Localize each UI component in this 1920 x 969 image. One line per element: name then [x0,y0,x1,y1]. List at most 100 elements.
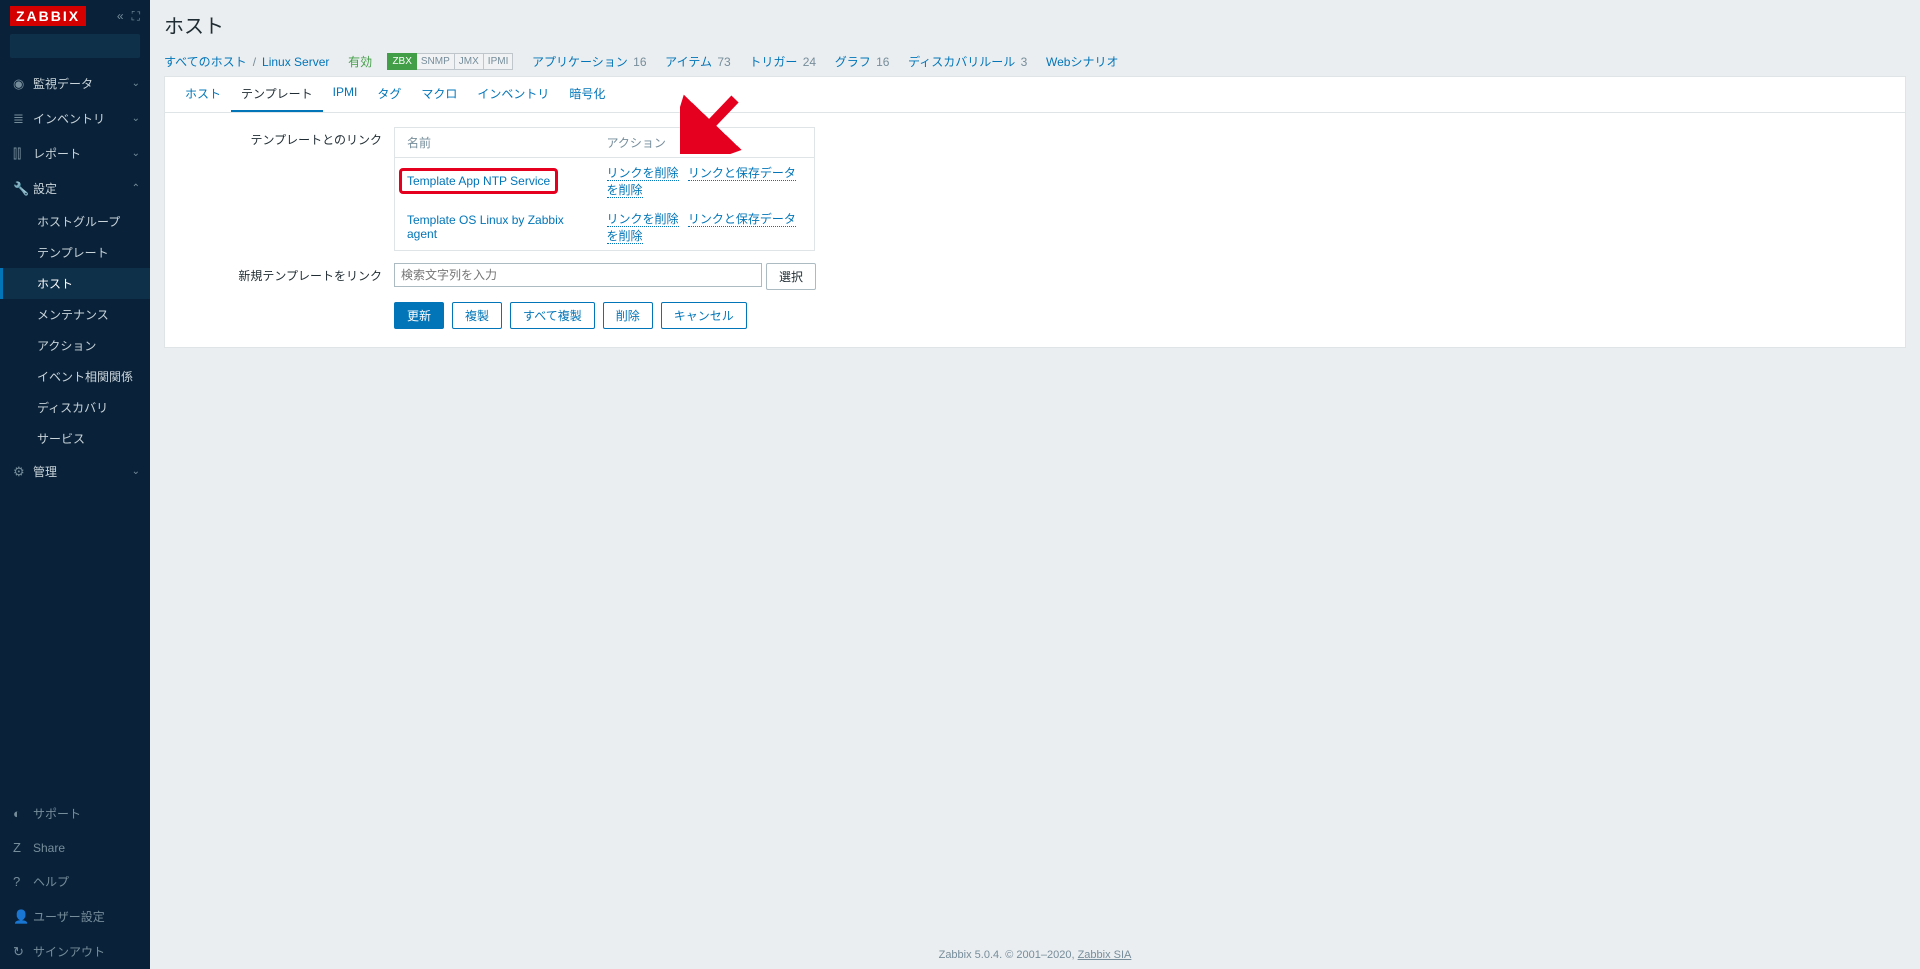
template-link-linux[interactable]: Template OS Linux by Zabbix agent [407,213,564,241]
chevron-down-icon: ⌄ [132,466,140,477]
clone-button[interactable]: 複製 [452,302,502,329]
chevron-down-icon: ⌄ [132,78,140,89]
nav-sub-discovery[interactable]: ディスカバリ [0,392,150,423]
nav-sub-correlation[interactable]: イベント相関関係 [0,361,150,392]
nav-administration[interactable]: ⚙管理⌄ [0,454,150,489]
availability-badges: ZBX SNMP JMX IPMI [387,53,513,70]
delete-button[interactable]: 削除 [603,302,653,329]
link-items[interactable]: アイテム [665,55,712,69]
status-enabled: 有効 [348,53,372,70]
table-row: Template App NTP Service リンクを削除 リンクと保存デー… [395,158,815,205]
tab-ipmi[interactable]: IPMI [323,77,368,112]
unlink-link[interactable]: リンクを削除 [607,212,679,227]
nav-label: Share [33,841,65,855]
unlink-link[interactable]: リンクを削除 [607,166,679,181]
link-triggers[interactable]: トリガー [749,55,797,69]
breadcrumb: すべてのホスト / Linux Server 有効 ZBX SNMP JMX I… [150,47,1920,76]
footer-text: Zabbix 5.0.4. © 2001–2020, [939,949,1078,961]
full-clone-button[interactable]: すべて複製 [510,302,595,329]
nav-sub-maintenance[interactable]: メンテナンス [0,299,150,330]
help-icon: ? [13,874,33,889]
search-input[interactable] [16,39,171,53]
footer: Zabbix 5.0.4. © 2001–2020, Zabbix SIA [150,941,1920,969]
chevron-up-icon: ⌃ [132,183,140,194]
tabs: ホスト テンプレート IPMI タグ マクロ インベントリ 暗号化 [165,77,1905,113]
search-box[interactable]: 🔍 [10,34,140,58]
breadcrumb-host[interactable]: Linux Server [262,55,329,69]
nav-support[interactable]: ◐サポート [0,796,150,831]
badge-zbx: ZBX [387,53,416,70]
nav-main: ◉監視データ ⌄ ≣インベントリ ⌄ ⫿⫿レポート ⌄ 🔧設定 ⌃ ホストグループ テン… [0,66,150,489]
nav-label: ユーザー設定 [33,908,105,925]
nav-share[interactable]: ZShare [0,831,150,864]
nav-help[interactable]: ?ヘルプ [0,864,150,899]
nav-configuration[interactable]: 🔧設定 ⌃ [0,171,150,206]
cancel-button[interactable]: キャンセル [661,302,747,329]
user-icon: 👤 [13,909,33,925]
content-panel: ホスト テンプレート IPMI タグ マクロ インベントリ 暗号化 テンプレート… [164,76,1906,348]
nav-label: 監視データ [33,75,93,92]
table-row: Template OS Linux by Zabbix agent リンクを削除… [395,204,815,251]
wrench-icon: 🔧 [13,181,33,197]
nav-signout[interactable]: ↻サインアウト [0,934,150,969]
nav-sub-services[interactable]: サービス [0,423,150,454]
breadcrumb-sep: / [253,55,256,69]
chevron-down-icon: ⌄ [132,148,140,159]
chevron-down-icon: ⌄ [132,113,140,124]
nav-sub-templates[interactable]: テンプレート [0,237,150,268]
nav-inventory[interactable]: ≣インベントリ ⌄ [0,101,150,136]
logo[interactable]: ZABBIX [10,6,86,26]
select-button[interactable]: 選択 [766,263,816,290]
eye-icon: ◉ [13,76,33,92]
nav-label: レポート [33,145,81,162]
update-button[interactable]: 更新 [394,302,444,329]
col-name: 名前 [395,128,595,158]
nav-usersettings[interactable]: 👤ユーザー設定 [0,899,150,934]
link-graphs[interactable]: グラフ [835,55,871,69]
nav-sub-actions[interactable]: アクション [0,330,150,361]
tab-encryption[interactable]: 暗号化 [559,77,615,112]
label-linked-templates: テンプレートとのリンク [179,127,394,148]
nav-label: サインアウト [33,943,105,960]
link-webscenario[interactable]: Webシナリオ [1046,55,1118,69]
template-link-ntp[interactable]: Template App NTP Service [407,174,550,188]
sidebar: ZABBIX « ⛶ 🔍 ◉監視データ ⌄ ≣インベントリ ⌄ ⫿⫿レポート ⌄ 🔧設… [0,0,150,969]
col-action: アクション [595,128,815,158]
collapse-icon[interactable]: « [117,9,124,24]
support-icon: ◐ [13,806,33,821]
chart-icon: ⫿⫿ [13,146,33,162]
nav-configuration-sub: ホストグループ テンプレート ホスト メンテナンス アクション イベント相関関係… [0,206,150,454]
fullscreen-icon[interactable]: ⛶ [132,9,140,24]
link-applications[interactable]: アプリケーション [532,55,628,69]
count-triggers: 24 [803,55,816,69]
form-area: テンプレートとのリンク 名前 アクション [165,113,1905,347]
count-discovery: 3 [1021,55,1028,69]
tab-macros[interactable]: マクロ [411,77,467,112]
nav-label: インベントリ [33,110,105,127]
tab-host[interactable]: ホスト [175,77,231,112]
new-template-input[interactable] [394,263,762,287]
list-icon: ≣ [13,111,33,127]
link-discovery[interactable]: ディスカバリルール [908,55,1015,69]
nav-monitoring[interactable]: ◉監視データ ⌄ [0,66,150,101]
page-title: ホスト [150,0,1920,47]
footer-link[interactable]: Zabbix SIA [1078,949,1132,961]
tab-tags[interactable]: タグ [367,77,411,112]
breadcrumb-all-hosts[interactable]: すべてのホスト [164,53,247,70]
linked-templates-table: 名前 アクション Template App NTP Service [394,127,815,251]
nav-label: 設定 [33,180,57,197]
nav-sub-hosts[interactable]: ホスト [0,268,150,299]
sidebar-bottom: ◐サポート ZShare ?ヘルプ 👤ユーザー設定 ↻サインアウト [0,796,150,969]
count-items: 73 [717,55,730,69]
tab-templates[interactable]: テンプレート [231,77,323,112]
nav-label: ヘルプ [33,873,69,890]
badge-snmp: SNMP [417,53,455,70]
badge-ipmi: IPMI [484,53,514,70]
button-row: 更新 複製 すべて複製 削除 キャンセル [394,302,1891,329]
sidebar-header: ZABBIX « ⛶ [0,0,150,30]
nav-sub-hostgroups[interactable]: ホストグループ [0,206,150,237]
label-new-template: 新規テンプレートをリンク [179,263,394,284]
badge-jmx: JMX [455,53,484,70]
nav-reports[interactable]: ⫿⫿レポート ⌄ [0,136,150,171]
tab-inventory[interactable]: インベントリ [467,77,559,112]
